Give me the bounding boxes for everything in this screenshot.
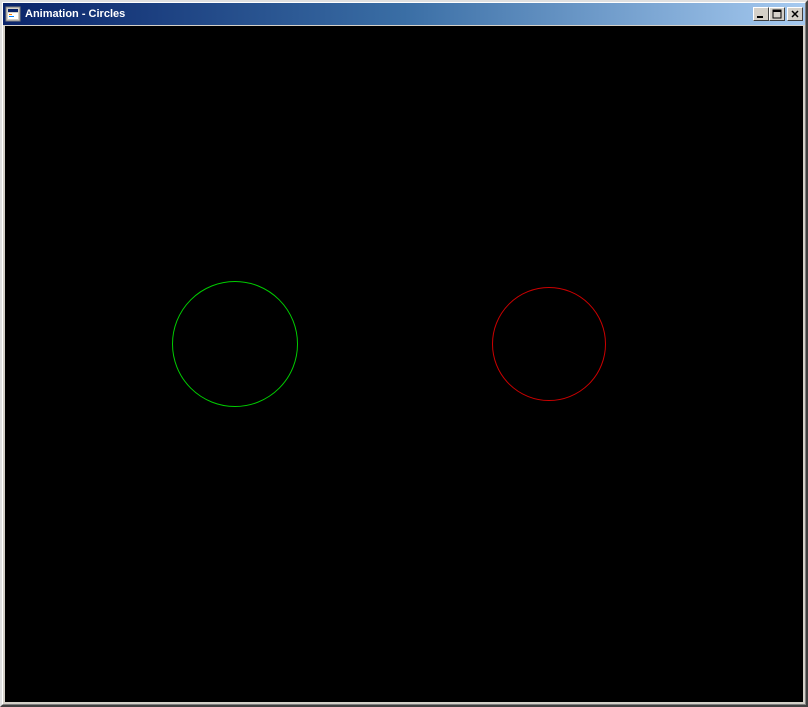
application-window: Animation - Circles [0,0,808,707]
maximize-button[interactable] [769,7,785,21]
canvas-area [5,26,803,702]
window-title: Animation - Circles [25,8,753,20]
circle-1 [492,287,606,401]
titlebar[interactable]: Animation - Circles [3,3,805,25]
app-icon [5,6,21,22]
circle-0 [172,281,298,407]
close-button[interactable] [787,7,803,21]
window-inner: Animation - Circles [2,2,806,705]
window-controls [753,7,803,21]
minimize-button[interactable] [753,7,769,21]
